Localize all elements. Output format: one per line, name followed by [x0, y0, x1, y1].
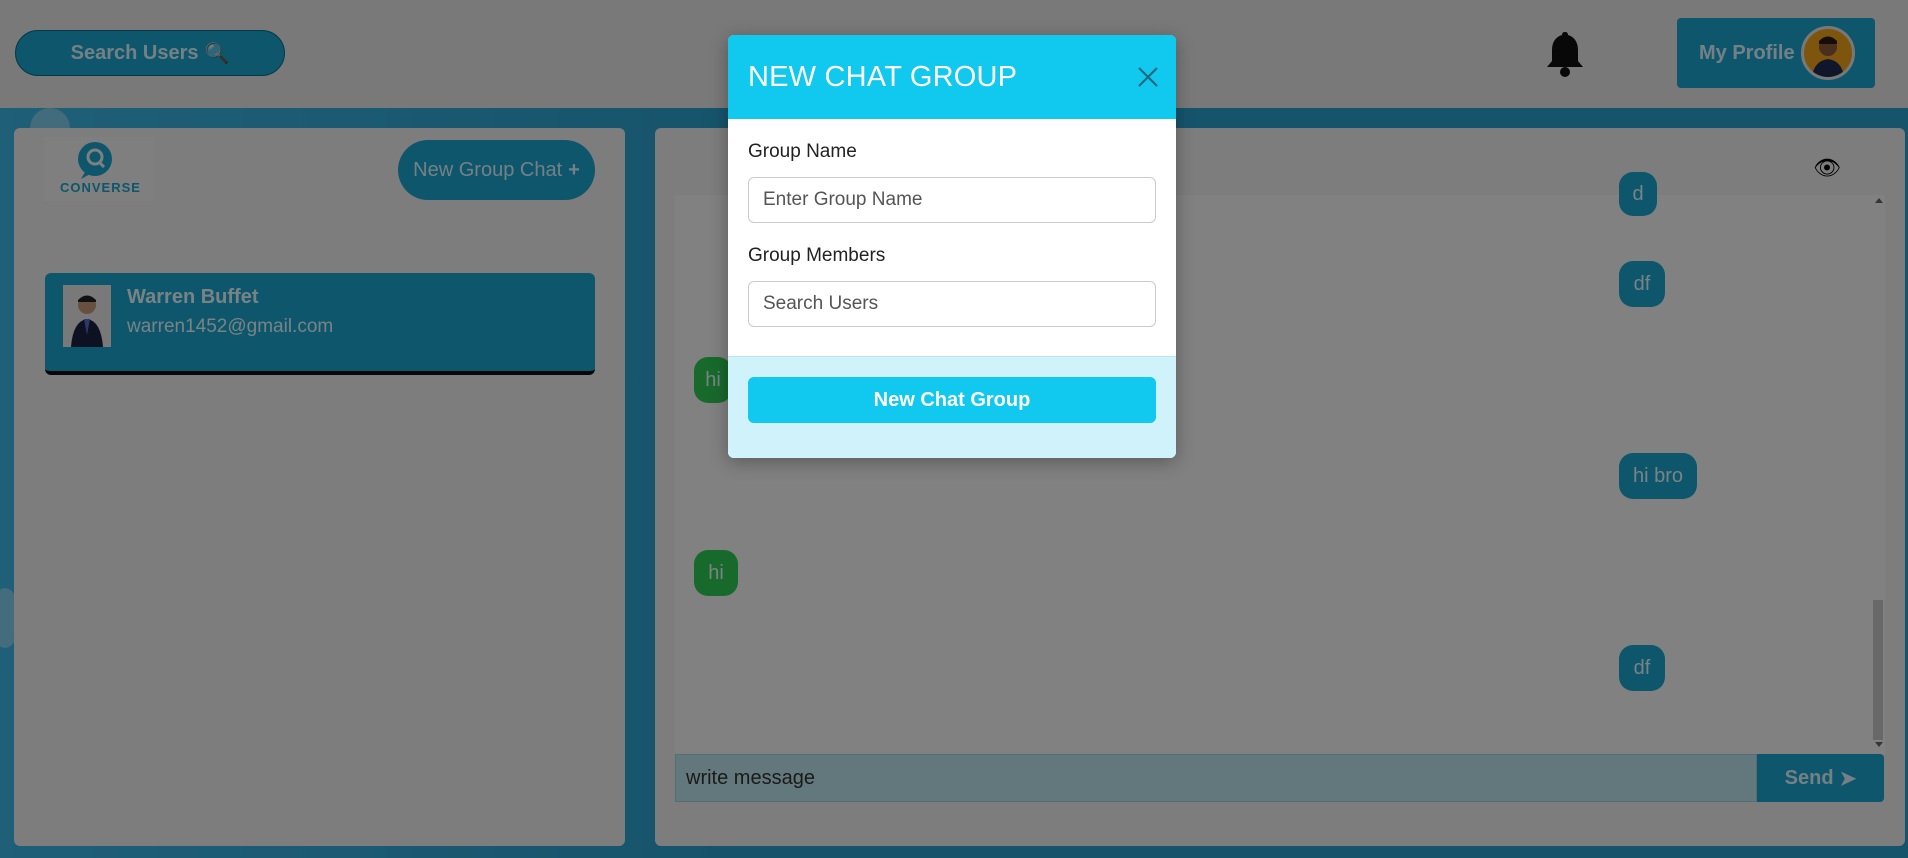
modal-footer: New Chat Group — [728, 356, 1176, 458]
new-chat-group-modal: NEW CHAT GROUP Group Name Group Members … — [728, 35, 1176, 458]
group-name-label: Group Name — [748, 141, 857, 162]
modal-body: Group Name Group Members — [728, 119, 1176, 356]
group-name-input[interactable] — [748, 177, 1156, 223]
modal-title: NEW CHAT GROUP — [748, 60, 1018, 93]
new-chat-group-submit-button[interactable]: New Chat Group — [748, 377, 1156, 423]
group-members-search-input[interactable] — [748, 281, 1156, 327]
close-icon[interactable] — [1136, 65, 1160, 89]
modal-header: NEW CHAT GROUP — [728, 35, 1176, 119]
group-members-label: Group Members — [748, 245, 886, 266]
